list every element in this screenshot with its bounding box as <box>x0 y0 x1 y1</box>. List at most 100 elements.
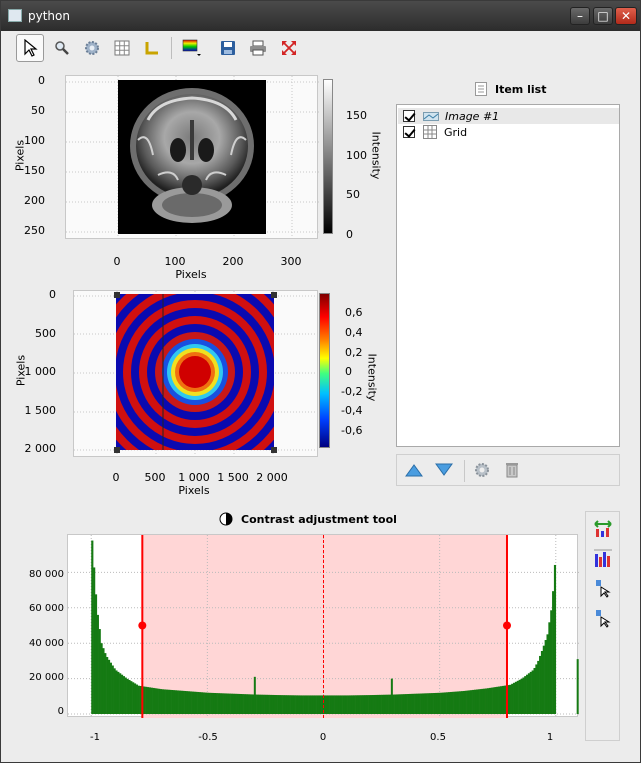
item-list-icon <box>475 82 487 96</box>
resize-handle-tl[interactable] <box>114 292 120 298</box>
histogram-bar <box>286 695 289 714</box>
item-properties-gear-icon[interactable] <box>474 462 490 478</box>
item-checkbox[interactable] <box>403 126 415 138</box>
histogram-bar <box>438 692 441 714</box>
histogram-bar <box>384 694 387 714</box>
plot1-ytick: 200 <box>24 194 45 207</box>
histogram-plot[interactable] <box>67 534 579 718</box>
histogram-bar <box>241 694 244 714</box>
histogram-bar <box>152 687 155 714</box>
histogram-bar <box>317 695 321 714</box>
plot1-ytick: 250 <box>24 224 45 237</box>
histogram-bar <box>475 689 479 714</box>
item-checkbox[interactable] <box>403 110 415 122</box>
histogram-bar <box>290 695 293 714</box>
histogram-bar <box>291 695 295 714</box>
plot2-xlabel: Pixels <box>178 484 210 497</box>
plot2-xtick: 0 <box>112 471 120 484</box>
histogram-bar <box>135 684 138 714</box>
axes-tool-button[interactable] <box>138 34 166 62</box>
histogram-bar <box>303 695 306 714</box>
histogram-bar <box>104 653 107 714</box>
plot2-colorbar-tick: -0,2 <box>341 385 363 398</box>
gear-icon <box>85 41 99 55</box>
fullscreen-tool-button[interactable] <box>275 34 303 62</box>
resize-handle-tr[interactable] <box>271 292 277 298</box>
histogram-spike <box>253 676 256 714</box>
close-button[interactable]: ✕ <box>615 7 637 25</box>
histogram-bar <box>394 694 397 714</box>
histogram-bar <box>282 695 285 714</box>
histogram-bar <box>132 682 135 714</box>
settings-tool-button[interactable] <box>78 34 106 62</box>
full-range-icon[interactable] <box>593 548 613 568</box>
histogram-bar <box>154 688 157 714</box>
histogram-bar <box>301 695 304 714</box>
histogram-spike <box>576 659 579 714</box>
range-max-handle[interactable] <box>502 621 511 630</box>
histogram-spike <box>390 678 393 714</box>
print-tool-button[interactable] <box>244 34 272 62</box>
colormap-tool-button[interactable] <box>178 34 206 62</box>
histogram-bar <box>373 694 376 714</box>
histogram-bar <box>143 686 146 714</box>
range-min-handle[interactable] <box>138 621 147 630</box>
histogram-bar <box>553 564 557 714</box>
histogram-bar <box>269 694 272 714</box>
histogram-bar <box>459 691 462 714</box>
title-bar[interactable]: python – □ ✕ <box>1 1 640 31</box>
histogram-bar <box>516 680 519 714</box>
toolbar-separator <box>171 37 172 59</box>
hist-xtick: -1 <box>90 732 100 743</box>
minimize-button[interactable]: – <box>570 7 590 25</box>
histogram-bar <box>330 695 334 714</box>
histogram-bar <box>310 695 313 714</box>
auto-range-icon[interactable] <box>593 518 613 538</box>
histogram-bar <box>130 681 133 714</box>
histogram-bar <box>102 648 105 714</box>
move-up-icon[interactable] <box>405 463 423 477</box>
histogram-bar <box>522 677 525 714</box>
histogram-bar <box>364 695 367 714</box>
select-max-icon[interactable] <box>593 608 613 628</box>
save-tool-button[interactable] <box>214 34 242 62</box>
histogram-bar <box>421 693 425 714</box>
plot1-colorbar-tick: 150 <box>346 109 367 122</box>
zoom-tool-button[interactable] <box>48 34 76 62</box>
histogram-bar <box>174 690 178 714</box>
histogram-bar <box>488 687 492 714</box>
histogram-bar <box>124 677 127 714</box>
fullscreen-icon <box>282 41 296 55</box>
histogram-bar <box>284 695 287 714</box>
list-item-grid[interactable]: Grid <box>398 124 619 140</box>
delete-trash-icon[interactable] <box>505 461 519 478</box>
select-min-icon[interactable] <box>593 578 613 598</box>
resize-handle-br[interactable] <box>271 447 277 453</box>
grid-tool-button[interactable] <box>108 34 136 62</box>
maximize-button[interactable]: □ <box>593 7 613 25</box>
histogram-bar <box>332 695 335 714</box>
resize-handle-bl[interactable] <box>114 447 120 453</box>
histogram-bar <box>187 691 191 714</box>
plot2-colorbar-label: Intensity <box>365 353 379 402</box>
histogram-bar <box>262 694 265 714</box>
histogram-bar <box>195 691 198 714</box>
histogram-bar <box>133 683 137 714</box>
histogram-bar <box>371 695 374 714</box>
item-list[interactable]: Image #1 Grid <box>396 104 620 447</box>
histogram-bar <box>96 614 99 714</box>
histogram-bar <box>265 694 269 714</box>
histogram-bar <box>410 693 413 714</box>
plot2-canvas[interactable] <box>73 290 319 458</box>
item-list-title: Item list <box>495 83 547 96</box>
grid-item-icon <box>423 125 437 139</box>
select-tool-button[interactable] <box>16 34 44 62</box>
list-item-image[interactable]: Image #1 <box>398 108 619 124</box>
plot1-canvas[interactable] <box>65 75 319 240</box>
move-down-icon[interactable] <box>435 463 453 477</box>
histogram-bar <box>477 689 480 714</box>
histogram-bar <box>369 695 373 714</box>
histogram-bar <box>308 695 311 714</box>
histogram-bar <box>537 660 540 714</box>
histogram-bar <box>535 664 538 714</box>
